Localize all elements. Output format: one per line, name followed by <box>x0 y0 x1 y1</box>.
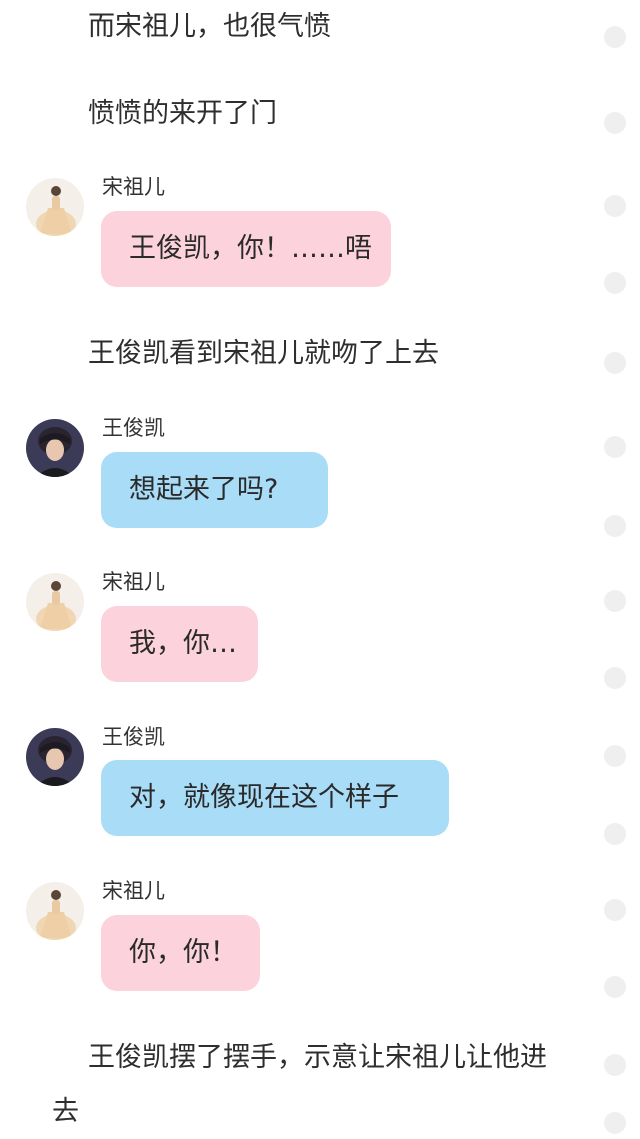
side-dot <box>604 515 626 537</box>
speaker-name: 宋祖儿 <box>102 175 165 199</box>
side-dot <box>604 590 626 612</box>
side-dot <box>604 112 626 134</box>
side-dot <box>604 352 626 374</box>
side-dot <box>604 195 626 217</box>
side-dot <box>604 899 626 921</box>
side-dot <box>604 976 626 998</box>
narration-line: 愤愤的来开了门 <box>88 98 277 129</box>
narration-line: 王俊凯看到宋祖儿就吻了上去 <box>88 338 439 369</box>
side-dot <box>604 272 626 294</box>
speaker-name: 宋祖儿 <box>102 570 165 594</box>
chat-bubble: 想起来了吗? <box>101 452 328 528</box>
avatar-wangjunkai[interactable] <box>26 419 84 477</box>
avatar-songzuer[interactable] <box>26 178 84 236</box>
speaker-name: 宋祖儿 <box>102 879 165 903</box>
side-dot <box>604 667 626 689</box>
speaker-name: 王俊凯 <box>102 725 165 749</box>
avatar-wangjunkai[interactable] <box>26 728 84 786</box>
chat-bubble: 我，你… <box>101 606 258 682</box>
chat-bubble: 王俊凯，你！……唔 <box>101 211 391 287</box>
side-dot <box>604 745 626 767</box>
side-dot <box>604 823 626 845</box>
side-dot <box>604 1112 626 1134</box>
narration-line: 王俊凯摆了摆手，示意让宋祖儿让他进去 <box>52 1042 547 1127</box>
speaker-name: 王俊凯 <box>102 416 165 440</box>
side-dot <box>604 26 626 48</box>
chat-bubble: 你，你！ <box>101 915 260 991</box>
avatar-songzuer[interactable] <box>26 882 84 940</box>
side-dot <box>604 1054 626 1076</box>
narration-line: 而宋祖儿，也很气愤 <box>88 11 331 42</box>
chat-bubble: 对，就像现在这个样子 <box>101 760 449 836</box>
side-dot <box>604 436 626 458</box>
avatar-songzuer[interactable] <box>26 573 84 631</box>
